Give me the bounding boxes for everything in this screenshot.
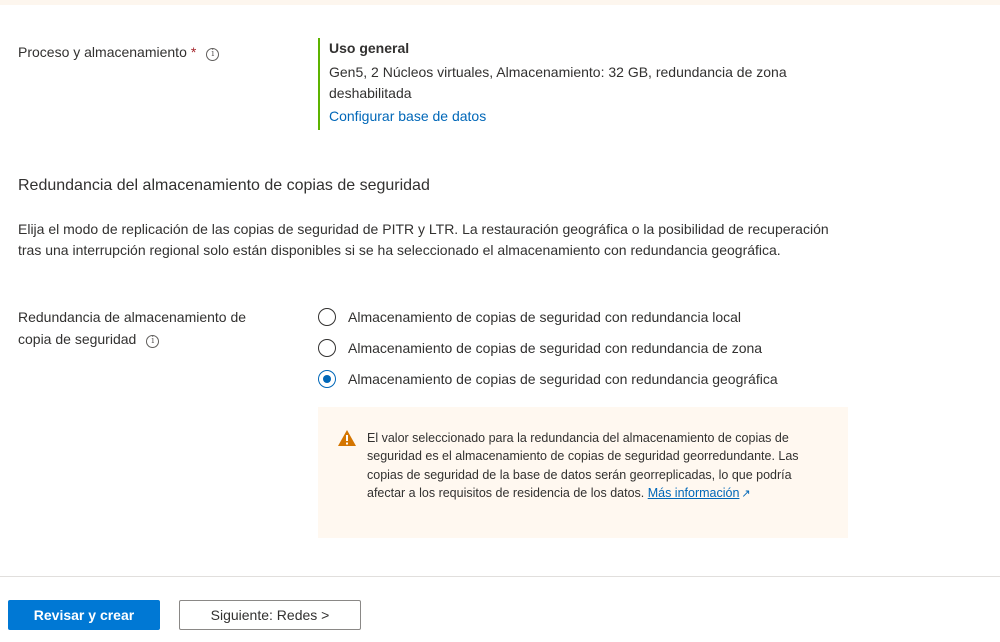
external-link-icon[interactable]: ↗ [741, 488, 750, 500]
radio-option-zone[interactable]: Almacenamiento de copias de seguridad co… [318, 332, 878, 363]
radio-option-local[interactable]: Almacenamiento de copias de seguridad co… [318, 301, 878, 332]
warning-message: El valor seleccionado para la redundanci… [367, 429, 807, 538]
more-info-link[interactable]: Más información [648, 486, 740, 500]
radio-button[interactable] [318, 307, 336, 326]
compute-tier-title: Uso general [329, 40, 410, 56]
geo-redundancy-warning: El valor seleccionado para la redundanci… [318, 407, 848, 538]
backup-redundancy-radio-group: Almacenamiento de copias de seguridad co… [318, 301, 878, 394]
footer-divider [0, 576, 1000, 577]
next-networking-button[interactable]: Siguiente: Redes > [179, 600, 361, 630]
info-icon[interactable]: i [146, 335, 160, 348]
review-create-button[interactable]: Revisar y crear [8, 600, 160, 630]
compute-storage-row: Proceso y almacenamiento * i Uso general G… [18, 38, 978, 142]
compute-tier-description: Gen5, 2 Núcleos virtuales, Almacenamient… [329, 64, 787, 101]
radio-button-selected[interactable] [318, 369, 336, 388]
radio-option-geo[interactable]: Almacenamiento de copias de seguridad co… [318, 363, 878, 394]
radio-option-label: Almacenamiento de copias de seguridad co… [348, 370, 778, 387]
top-notice-strip [0, 0, 1000, 5]
compute-storage-label-text: Proceso y almacenamiento [18, 44, 187, 60]
radio-button[interactable] [318, 338, 336, 357]
compute-summary: Uso general Gen5, 2 Núcleos virtuales, A… [318, 38, 849, 130]
backup-redundancy-field-label: Redundancia de almacenamiento de copia d… [18, 306, 288, 350]
backup-redundancy-label-line2: copia de seguridad [18, 331, 137, 347]
radio-option-label: Almacenamiento de copias de seguridad co… [348, 308, 742, 325]
info-icon[interactable]: i [206, 48, 220, 61]
warning-triangle-icon [338, 430, 356, 446]
configure-database-link[interactable]: Configurar base de datos [329, 106, 849, 130]
backup-redundancy-section-description: Elija el modo de replicación de las copi… [18, 221, 829, 258]
backup-redundancy-label-line1: Redundancia de almacenamiento de [18, 309, 247, 325]
required-asterisk: * [190, 44, 197, 60]
radio-option-label: Almacenamiento de copias de seguridad co… [348, 339, 763, 356]
backup-redundancy-section-title: Redundancia del almacenamiento de copias… [18, 177, 430, 194]
